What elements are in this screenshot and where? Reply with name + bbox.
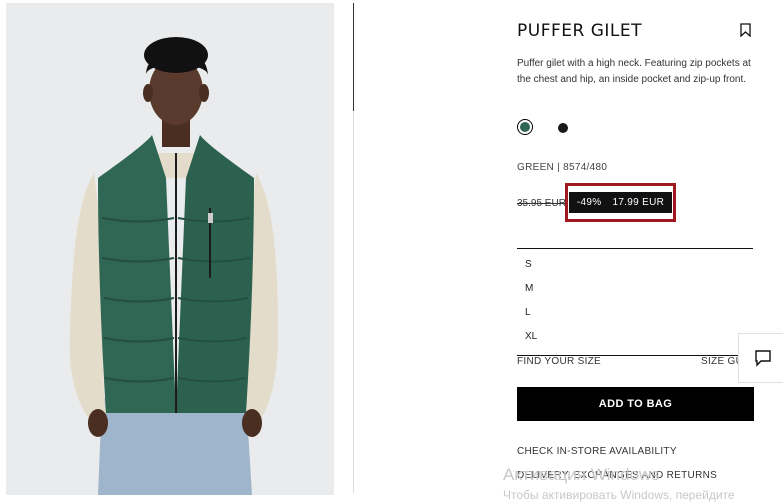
discount-percent: -49% <box>576 197 602 208</box>
size-option-s[interactable]: S <box>517 253 753 277</box>
chat-icon <box>755 350 771 367</box>
chat-button[interactable] <box>738 333 783 383</box>
product-description: Puffer gilet with a high neck. Featuring… <box>517 58 751 85</box>
windows-activation-watermark: Активация Windows <box>503 465 660 484</box>
find-your-size-link[interactable]: FIND YOUR SIZE <box>517 356 601 367</box>
add-to-bag-button[interactable]: ADD TO BAG <box>517 387 754 421</box>
bookmark-icon[interactable] <box>740 23 751 38</box>
size-list: S M L XL <box>517 248 753 356</box>
color-swatch-black[interactable] <box>558 123 568 133</box>
product-title: PUFFER GILET <box>517 21 642 41</box>
color-swatch-green[interactable] <box>517 119 533 135</box>
original-price: 35.95 EUR <box>517 198 566 209</box>
product-image[interactable] <box>6 3 334 495</box>
color-reference: GREEN | 8574/480 <box>517 162 608 173</box>
size-option-m[interactable]: M <box>517 277 753 301</box>
size-option-l[interactable]: L <box>517 301 753 325</box>
divider-line <box>353 111 354 493</box>
sale-price: 17.99 EUR <box>612 197 665 208</box>
size-guide-link[interactable]: SIZE GUIDE <box>701 356 741 367</box>
scroll-indicator <box>353 3 354 111</box>
sale-price-badge: -49% 17.99 EUR <box>568 192 673 213</box>
sale-price-highlight: -49% 17.99 EUR <box>565 183 676 222</box>
check-store-availability-link[interactable]: CHECK IN-STORE AVAILABILITY <box>517 446 677 457</box>
size-option-xl[interactable]: XL <box>517 325 753 349</box>
